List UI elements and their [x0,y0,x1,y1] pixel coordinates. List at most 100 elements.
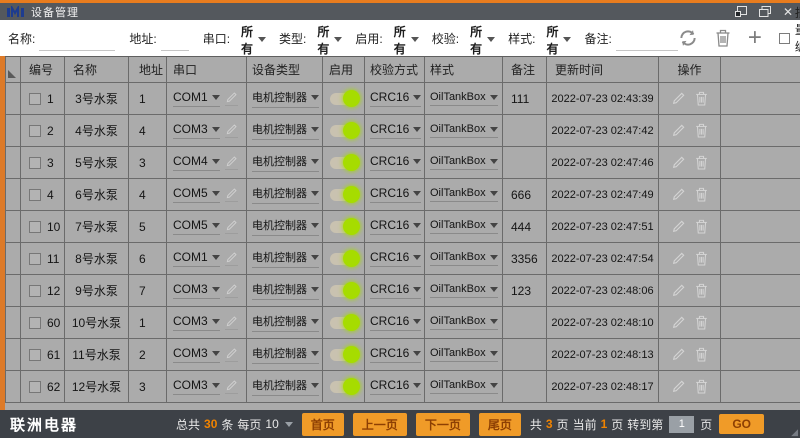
go-button[interactable]: GO [719,414,764,434]
delete-row-button[interactable] [695,155,708,170]
enable-toggle[interactable] [330,349,358,361]
enable-toggle[interactable] [330,381,358,393]
edit-row-button[interactable] [671,155,686,170]
style-select[interactable]: OilTankBox [430,283,498,298]
com-port-select[interactable]: COM4 [173,154,220,171]
enable-toggle[interactable] [330,189,358,201]
row-checkbox[interactable] [29,349,41,361]
filter-check-select[interactable]: 所有 [467,23,498,60]
style-select[interactable]: OilTankBox [430,315,498,330]
delete-row-button[interactable] [695,315,708,330]
row-checkbox[interactable] [29,221,41,233]
device-type-select[interactable]: 电机控制器 [252,121,319,140]
filter-enable-select[interactable]: 所有 [391,23,422,60]
com-port-select[interactable]: COM5 [173,186,220,203]
edit-row-button[interactable] [671,187,686,202]
com-edit-icon[interactable] [225,187,238,202]
filter-address-input[interactable] [161,36,189,51]
device-type-select[interactable]: 电机控制器 [252,249,319,268]
device-type-select[interactable]: 电机控制器 [252,89,319,108]
filter-remark-input[interactable] [616,36,678,51]
delete-row-button[interactable] [695,379,708,394]
refresh-button[interactable] [678,28,698,48]
style-select[interactable]: OilTankBox [430,251,498,266]
com-edit-icon[interactable] [225,315,238,330]
check-method-select[interactable]: CRC16 [370,154,421,171]
style-select[interactable]: OilTankBox [430,91,498,106]
prev-page-button[interactable]: 上一页 [353,413,407,436]
enable-toggle[interactable] [330,317,358,329]
add-device-button[interactable]: + [748,29,762,47]
edit-row-button[interactable] [671,347,686,362]
resize-grip[interactable]: ◢ [791,428,798,437]
com-port-select[interactable]: COM3 [173,378,220,395]
filter-serial-select[interactable]: 所有 [238,23,269,60]
enable-toggle[interactable] [330,253,358,265]
check-method-select[interactable]: CRC16 [370,314,421,331]
com-edit-icon[interactable] [225,219,238,234]
com-edit-icon[interactable] [225,283,238,298]
check-method-select[interactable]: CRC16 [370,218,421,235]
row-checkbox[interactable] [29,157,41,169]
check-method-select[interactable]: CRC16 [370,282,421,299]
style-select[interactable]: OilTankBox [430,155,498,170]
device-type-select[interactable]: 电机控制器 [252,281,319,300]
check-method-select[interactable]: CRC16 [370,90,421,107]
row-checkbox[interactable] [29,253,41,265]
row-checkbox[interactable] [29,125,41,137]
style-select[interactable]: OilTankBox [430,379,498,394]
delete-row-button[interactable] [695,219,708,234]
first-page-button[interactable]: 首页 [302,413,344,436]
delete-button[interactable] [715,29,731,47]
device-type-select[interactable]: 电机控制器 [252,185,319,204]
com-edit-icon[interactable] [225,251,238,266]
check-method-select[interactable]: CRC16 [370,378,421,395]
style-select[interactable]: OilTankBox [430,347,498,362]
com-port-select[interactable]: COM1 [173,250,220,267]
edit-row-button[interactable] [671,123,686,138]
style-select[interactable]: OilTankBox [430,219,498,234]
delete-row-button[interactable] [695,123,708,138]
com-edit-icon[interactable] [225,347,238,362]
enable-toggle[interactable] [330,125,358,137]
style-select[interactable]: OilTankBox [430,187,498,202]
com-port-select[interactable]: COM3 [173,282,220,299]
com-port-select[interactable]: COM3 [173,122,220,139]
edit-row-button[interactable] [671,283,686,298]
device-type-select[interactable]: 电机控制器 [252,313,319,332]
check-method-select[interactable]: CRC16 [370,122,421,139]
select-all-corner[interactable] [5,57,21,83]
row-checkbox[interactable] [29,93,41,105]
row-checkbox[interactable] [29,317,41,329]
com-edit-icon[interactable] [225,91,238,106]
chevron-down-icon[interactable] [285,422,293,427]
edit-row-button[interactable] [671,219,686,234]
delete-row-button[interactable] [695,283,708,298]
enable-toggle[interactable] [330,157,358,169]
com-port-select[interactable]: COM3 [173,314,220,331]
device-type-select[interactable]: 电机控制器 [252,217,319,236]
last-page-button[interactable]: 尾页 [479,413,521,436]
device-type-select[interactable]: 电机控制器 [252,345,319,364]
enable-toggle[interactable] [330,93,358,105]
enable-toggle[interactable] [330,221,358,233]
delete-row-button[interactable] [695,251,708,266]
com-edit-icon[interactable] [225,123,238,138]
per-page-value[interactable]: 10 [265,417,278,431]
com-port-select[interactable]: COM3 [173,346,220,363]
enable-toggle[interactable] [330,285,358,297]
style-select[interactable]: OilTankBox [430,123,498,138]
com-port-select[interactable]: COM1 [173,90,220,107]
check-method-select[interactable]: CRC16 [370,346,421,363]
edit-row-button[interactable] [671,251,686,266]
check-method-select[interactable]: CRC16 [370,186,421,203]
filter-style-select[interactable]: 所有 [543,23,574,60]
delete-row-button[interactable] [695,187,708,202]
goto-page-input[interactable] [669,416,694,433]
row-checkbox[interactable] [29,285,41,297]
filter-type-select[interactable]: 所有 [314,23,345,60]
edit-row-button[interactable] [671,379,686,394]
device-type-select[interactable]: 电机控制器 [252,377,319,396]
filter-name-input[interactable] [39,36,115,51]
delete-row-button[interactable] [695,347,708,362]
